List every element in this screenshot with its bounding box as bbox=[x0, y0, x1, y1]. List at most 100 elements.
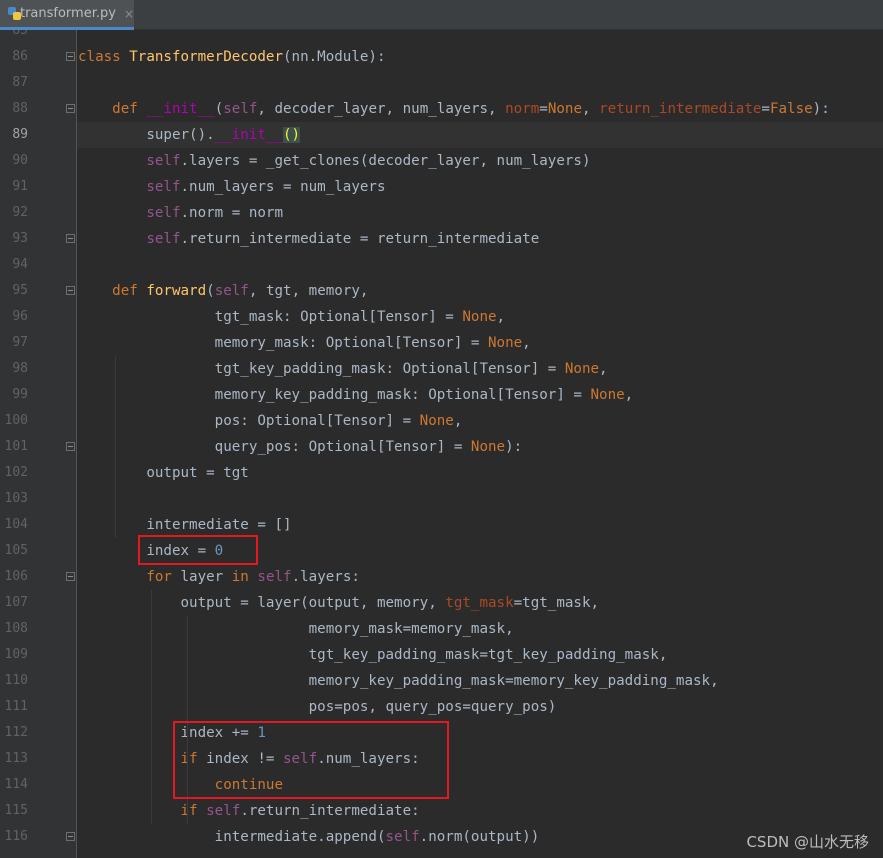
fold-marker-icon[interactable] bbox=[66, 832, 75, 841]
code-line[interactable]: 102 output = tgt bbox=[0, 460, 883, 486]
line-number: 108 bbox=[4, 621, 28, 636]
line-number: 106 bbox=[4, 569, 28, 584]
indent-guide bbox=[151, 590, 152, 824]
tab-title: transformer.py bbox=[19, 6, 116, 21]
code-line[interactable]: 111 pos=pos, query_pos=query_pos) bbox=[0, 694, 883, 720]
code-text: output = layer(output, memory, tgt_mask=… bbox=[78, 595, 600, 611]
fold-marker-icon[interactable] bbox=[66, 572, 75, 581]
fold-marker-icon[interactable] bbox=[66, 234, 75, 243]
tab-transformer-py[interactable]: transformer.py × bbox=[0, 0, 134, 30]
code-text: tgt_key_padding_mask: Optional[Tensor] =… bbox=[78, 361, 608, 377]
code-line[interactable]: 88 def __init__(self, decoder_layer, num… bbox=[0, 96, 883, 122]
code-line[interactable]: 108 memory_mask=memory_mask, bbox=[0, 616, 883, 642]
line-number: 96 bbox=[12, 309, 28, 324]
code-text: pos: Optional[Tensor] = None, bbox=[78, 413, 463, 429]
line-number: 116 bbox=[4, 829, 28, 844]
code-text: tgt_mask: Optional[Tensor] = None, bbox=[78, 309, 506, 325]
line-number: 92 bbox=[12, 205, 28, 220]
code-text: if self.return_intermediate: bbox=[180, 803, 420, 819]
close-tab-icon[interactable]: × bbox=[124, 7, 134, 21]
code-line[interactable]: 94 bbox=[0, 252, 883, 278]
fold-marker-icon[interactable] bbox=[66, 442, 75, 451]
highlight-box-index-init bbox=[138, 535, 258, 565]
code-line[interactable]: 101 query_pos: Optional[Tensor] = None): bbox=[0, 434, 883, 460]
code-text: class TransformerDecoder(nn.Module): bbox=[78, 49, 386, 65]
code-line[interactable]: 98 tgt_key_padding_mask: Optional[Tensor… bbox=[0, 356, 883, 382]
code-line[interactable]: 90 self.layers = _get_clones(decoder_lay… bbox=[0, 148, 883, 174]
code-line[interactable]: 99 memory_key_padding_mask: Optional[Ten… bbox=[0, 382, 883, 408]
code-text: self.num_layers = num_layers bbox=[146, 179, 386, 195]
code-text: pos=pos, query_pos=query_pos) bbox=[78, 699, 557, 715]
line-number: 95 bbox=[12, 283, 28, 298]
code-text: memory_key_padding_mask=memory_key_paddi… bbox=[78, 673, 719, 689]
line-number: 102 bbox=[4, 465, 28, 480]
code-line[interactable]: 89 super().__init__() bbox=[0, 122, 883, 148]
line-number: 103 bbox=[4, 491, 28, 506]
line-number: 89 bbox=[12, 127, 28, 142]
code-line[interactable]: 104 intermediate = [] bbox=[0, 512, 883, 538]
line-number: 111 bbox=[4, 699, 28, 714]
fold-marker-icon[interactable] bbox=[66, 104, 75, 113]
code-text: memory_mask=memory_mask, bbox=[78, 621, 514, 637]
code-text: for layer in self.layers: bbox=[146, 569, 360, 585]
line-number: 87 bbox=[12, 75, 28, 90]
line-number: 93 bbox=[12, 231, 28, 246]
line-number: 86 bbox=[12, 49, 28, 64]
line-number: 107 bbox=[4, 595, 28, 610]
code-text: super().__init__() bbox=[78, 127, 301, 143]
line-number: 114 bbox=[4, 777, 28, 792]
line-number: 99 bbox=[12, 387, 28, 402]
fold-marker-icon[interactable] bbox=[66, 52, 75, 61]
code-text: memory_key_padding_mask: Optional[Tensor… bbox=[78, 387, 634, 403]
indent-guide bbox=[115, 356, 116, 538]
highlight-box-index-check bbox=[173, 721, 449, 799]
code-text: self.norm = norm bbox=[146, 205, 284, 221]
code-line[interactable]: 100 pos: Optional[Tensor] = None, bbox=[0, 408, 883, 434]
line-number: 85 bbox=[12, 30, 28, 38]
line-number: 98 bbox=[12, 361, 28, 376]
line-number: 105 bbox=[4, 543, 28, 558]
line-number: 90 bbox=[12, 153, 28, 168]
code-text: def __init__(self, decoder_layer, num_la… bbox=[112, 101, 830, 117]
fold-marker-icon[interactable] bbox=[66, 286, 75, 295]
code-line[interactable]: 91 self.num_layers = num_layers bbox=[0, 174, 883, 200]
code-line[interactable]: 85 bbox=[0, 30, 883, 44]
code-text: intermediate.append(self.norm(output)) bbox=[78, 829, 540, 845]
line-number: 88 bbox=[12, 101, 28, 116]
line-number: 115 bbox=[4, 803, 28, 818]
code-text: query_pos: Optional[Tensor] = None): bbox=[78, 439, 523, 455]
code-text: output = tgt bbox=[78, 465, 249, 481]
code-line[interactable]: 115 if self.return_intermediate: bbox=[0, 798, 883, 824]
code-text: self.layers = _get_clones(decoder_layer,… bbox=[146, 153, 591, 169]
code-text: self.return_intermediate = return_interm… bbox=[146, 231, 540, 247]
code-text: tgt_key_padding_mask=tgt_key_padding_mas… bbox=[78, 647, 668, 663]
code-editor[interactable]: 85 86 class TransformerDecoder(nn.Module):… bbox=[0, 30, 883, 858]
code-line[interactable]: 97 memory_mask: Optional[Tensor] = None, bbox=[0, 330, 883, 356]
editor-tab-bar: transformer.py × bbox=[0, 0, 883, 30]
code-line[interactable]: 95 def forward(self, tgt, memory, bbox=[0, 278, 883, 304]
code-line[interactable]: 107 output = layer(output, memory, tgt_m… bbox=[0, 590, 883, 616]
line-number: 100 bbox=[4, 413, 28, 428]
watermark: CSDN @山水无移 bbox=[746, 833, 869, 851]
python-file-icon bbox=[8, 6, 21, 21]
line-number: 109 bbox=[4, 647, 28, 662]
code-text: def forward(self, tgt, memory, bbox=[112, 283, 369, 299]
code-line[interactable]: 93 self.return_intermediate = return_int… bbox=[0, 226, 883, 252]
line-number: 104 bbox=[4, 517, 28, 532]
code-line[interactable]: 87 bbox=[0, 70, 883, 96]
code-line[interactable]: 109 tgt_key_padding_mask=tgt_key_padding… bbox=[0, 642, 883, 668]
code-line[interactable]: 86 class TransformerDecoder(nn.Module): bbox=[0, 44, 883, 70]
line-number: 91 bbox=[12, 179, 28, 194]
code-line[interactable]: 96 tgt_mask: Optional[Tensor] = None, bbox=[0, 304, 883, 330]
code-line[interactable]: 105 index = 0 bbox=[0, 538, 883, 564]
line-number: 101 bbox=[4, 439, 28, 454]
code-line[interactable]: 92 self.norm = norm bbox=[0, 200, 883, 226]
code-line[interactable]: 106 for layer in self.layers: bbox=[0, 564, 883, 590]
line-number: 97 bbox=[12, 335, 28, 350]
line-number: 113 bbox=[4, 751, 28, 766]
code-text: memory_mask: Optional[Tensor] = None, bbox=[78, 335, 531, 351]
line-number: 94 bbox=[12, 257, 28, 272]
line-number: 110 bbox=[4, 673, 28, 688]
code-line[interactable]: 110 memory_key_padding_mask=memory_key_p… bbox=[0, 668, 883, 694]
code-line[interactable]: 103 bbox=[0, 486, 883, 512]
